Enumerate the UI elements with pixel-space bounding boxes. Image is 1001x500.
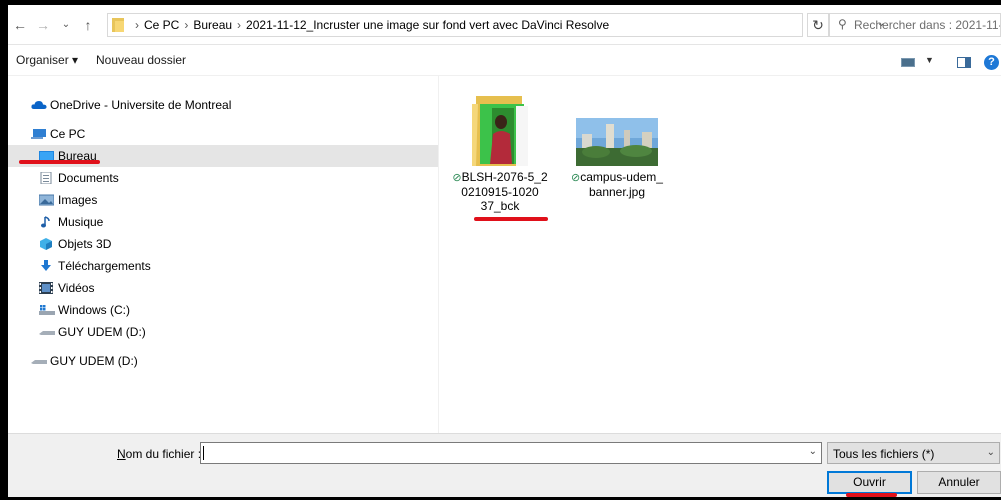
- organize-button[interactable]: Organiser ▾: [16, 53, 78, 67]
- nav-item-downloads[interactable]: Téléchargements: [8, 255, 438, 277]
- breadcrumb-this-pc[interactable]: Ce PC: [144, 18, 179, 32]
- breadcrumb: › Ce PC › Bureau › 2021-11-12_Incruster une i…: [130, 14, 609, 36]
- system-drive-icon: [39, 305, 55, 315]
- cancel-button[interactable]: Annuler: [917, 471, 1001, 494]
- chevron-down-icon: ⌄: [986, 447, 995, 458]
- nav-item-music[interactable]: Musique: [8, 211, 438, 233]
- sync-status-icon: ⊘: [452, 172, 462, 184]
- back-arrow-icon[interactable]: ←: [12, 16, 28, 34]
- image-file-item[interactable]: ⊘campus-udem_ banner.jpg: [568, 94, 666, 199]
- 3d-objects-icon: [40, 238, 52, 250]
- folder-name: BLSH-2076-5_2 0210915-1020 37_bck: [461, 170, 548, 213]
- filename-label: Nom du fichier :: [117, 447, 202, 461]
- file-name: campus-udem_ banner.jpg: [580, 170, 663, 199]
- file-type-select[interactable]: Tous les fichiers (*) ⌄: [827, 442, 1000, 464]
- nav-item-usb-drive-root[interactable]: GUY UDEM (D:): [8, 350, 438, 372]
- nav-item-windows-c[interactable]: Windows (C:): [8, 299, 438, 321]
- forward-arrow-icon[interactable]: →: [35, 16, 51, 34]
- change-view-icon[interactable]: [901, 58, 915, 67]
- search-input[interactable]: ⚲ Rechercher dans : 2021-11-1...: [829, 13, 1001, 37]
- preview-pane-icon[interactable]: [957, 57, 971, 68]
- pictures-icon: [39, 194, 54, 206]
- sync-status-icon: ⊘: [571, 172, 581, 184]
- breadcrumb-separator-icon: ›: [184, 18, 189, 32]
- filename-history-chevron-icon[interactable]: ⌄: [809, 446, 817, 457]
- documents-icon: [40, 172, 52, 184]
- bottom-bar: Nom du fichier : ⌄ Tous les fichiers (*)…: [8, 433, 1001, 497]
- filename-field[interactable]: ⌄: [200, 442, 822, 464]
- red-annotation-underline: [846, 493, 897, 497]
- new-folder-button[interactable]: Nouveau dossier: [96, 53, 186, 67]
- text-caret: [203, 446, 204, 460]
- recent-locations-chevron-icon[interactable]: ⌄: [58, 16, 74, 34]
- nav-item-pictures[interactable]: Images: [8, 189, 438, 211]
- help-icon[interactable]: ?: [984, 55, 999, 70]
- view-options-caret-icon[interactable]: ▼: [925, 55, 934, 65]
- address-row: ← → ⌄ ↑ › Ce PC › Bureau › 2021-11-12_Incrust…: [8, 5, 1001, 45]
- toolbar: Organiser ▾ Nouveau dossier ▼ ?: [8, 46, 1001, 76]
- music-icon: [41, 216, 50, 228]
- breadcrumb-separator-icon: ›: [135, 18, 139, 32]
- open-button[interactable]: Ouvrir: [827, 471, 912, 494]
- cloud-icon: [31, 101, 47, 109]
- nav-item-videos[interactable]: Vidéos: [8, 277, 438, 299]
- up-arrow-icon[interactable]: ↑: [80, 16, 96, 34]
- red-annotation-underline: [19, 160, 100, 164]
- navigation-pane: OneDrive - Universite de Montreal Ce PC …: [8, 76, 439, 433]
- computer-icon: [31, 129, 46, 139]
- nav-item-documents[interactable]: Documents: [8, 167, 438, 189]
- downloads-icon: [41, 260, 51, 271]
- address-bar[interactable]: › Ce PC › Bureau › 2021-11-12_Incruster une i…: [107, 13, 885, 37]
- filename-input[interactable]: [201, 443, 801, 463]
- refresh-button[interactable]: ↻: [807, 13, 829, 37]
- nav-item-onedrive[interactable]: OneDrive - Universite de Montreal: [8, 94, 438, 116]
- folder-icon: [112, 18, 124, 32]
- nav-item-usb-drive[interactable]: GUY UDEM (D:): [8, 321, 438, 343]
- videos-icon: [39, 282, 53, 294]
- search-icon: ⚲: [838, 17, 847, 31]
- usb-drive-icon: [39, 331, 55, 335]
- breadcrumb-current-folder[interactable]: 2021-11-12_Incruster une image sur fond …: [246, 18, 609, 32]
- breadcrumb-separator-icon: ›: [237, 18, 242, 32]
- folder-with-preview-icon: [472, 96, 528, 166]
- breadcrumb-desktop[interactable]: Bureau: [193, 18, 232, 32]
- file-open-dialog: ← → ⌄ ↑ › Ce PC › Bureau › 2021-11-12_Incrust…: [8, 5, 1001, 497]
- file-list: ⊘BLSH-2076-5_2 0210915-1020 37_bck ⊘camp…: [440, 76, 1001, 433]
- nav-item-this-pc[interactable]: Ce PC: [8, 123, 438, 145]
- usb-drive-icon: [31, 360, 47, 364]
- nav-item-3d-objects[interactable]: Objets 3D: [8, 233, 438, 255]
- folder-item[interactable]: ⊘BLSH-2076-5_2 0210915-1020 37_bck: [450, 94, 550, 213]
- search-placeholder: Rechercher dans : 2021-11-1...: [854, 18, 1000, 32]
- image-thumbnail-icon: [576, 118, 658, 166]
- red-annotation-underline: [474, 217, 548, 221]
- refresh-icon: ↻: [812, 17, 824, 33]
